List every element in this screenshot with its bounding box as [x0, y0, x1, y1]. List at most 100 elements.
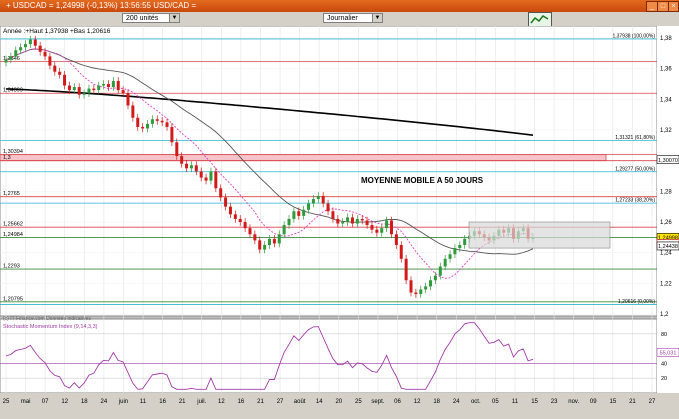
- candle-body: [102, 84, 106, 86]
- indicator-tick-label: 80: [661, 332, 667, 338]
- candle-body: [24, 44, 28, 48]
- candle-body: [375, 229, 379, 233]
- toolbar: 200 unités ▼ Journalier ▼: [0, 12, 679, 27]
- indicator-tick-label: 40: [661, 361, 667, 367]
- x-tick-label: 06: [394, 399, 401, 405]
- fib-label: 1,31321 (61,80%): [615, 135, 655, 141]
- candle-body: [341, 222, 345, 224]
- candle-body: [87, 88, 91, 94]
- candle-body: [263, 245, 267, 250]
- candle-body: [106, 84, 110, 88]
- candle-body: [389, 220, 393, 235]
- candle-body: [189, 165, 193, 169]
- candle-body: [394, 234, 398, 245]
- candle-body: [28, 39, 32, 45]
- candle-body: [302, 209, 306, 216]
- y-tick-label: 1,24: [660, 251, 672, 257]
- chart-annotation: MOYENNE MOBILE A 50 JOURS: [361, 176, 484, 185]
- candle-body: [160, 120, 164, 123]
- candle-body: [458, 245, 462, 249]
- candle-body: [409, 280, 413, 293]
- candle-body: [19, 47, 23, 51]
- candle-body: [365, 220, 369, 226]
- x-axis: [0, 393, 679, 419]
- x-tick-label: 24: [101, 399, 108, 405]
- candle-body: [448, 254, 452, 259]
- candle-body: [170, 126, 174, 143]
- candle-body: [321, 195, 325, 204]
- x-tick-label: 27: [649, 399, 656, 405]
- candle-body: [346, 217, 350, 222]
- candle-body: [311, 199, 315, 204]
- x-tick-label: 18: [81, 399, 88, 405]
- x-tick-label: 18: [433, 399, 440, 405]
- candle-body: [155, 119, 159, 121]
- chevron-down-icon: ▼: [169, 14, 179, 22]
- candle-body: [380, 228, 384, 233]
- y-tick-label: 1,2: [660, 312, 669, 318]
- candle-body: [297, 211, 301, 216]
- candle-body: [63, 74, 67, 86]
- candle-body: [199, 171, 203, 178]
- candle-body: [121, 90, 125, 94]
- value-box-label: 1,24438: [658, 244, 678, 250]
- value-box-label: 1,30070: [658, 158, 678, 164]
- candle-body: [233, 214, 237, 219]
- candle-body: [204, 177, 208, 181]
- close-button[interactable]: ×: [668, 1, 679, 12]
- x-tick-label: 09: [590, 399, 597, 405]
- x-tick-label: 21: [179, 399, 186, 405]
- candle-body: [453, 248, 457, 255]
- candle-body: [429, 280, 433, 287]
- price-level-label: 1,24984: [3, 232, 23, 238]
- x-tick-label: 21: [629, 399, 636, 405]
- candle-body: [282, 225, 286, 235]
- candle-body: [33, 39, 37, 46]
- price-level-label: 1,2293: [3, 264, 20, 270]
- candle-body: [38, 45, 42, 52]
- indicator-value-label: 55,031: [660, 350, 677, 356]
- candle-body: [111, 80, 115, 88]
- candle-body: [424, 286, 428, 290]
- price-level-label: 1,20795: [3, 296, 23, 302]
- candle-body: [307, 203, 311, 210]
- watermark: (c) IT-Finance.com Données indicatives: [3, 316, 91, 322]
- x-tick-label: 12: [61, 399, 68, 405]
- candle-body: [433, 275, 437, 281]
- candle-body: [463, 238, 467, 245]
- candle-body: [185, 163, 189, 169]
- candle-body: [277, 234, 281, 244]
- x-tick-label: 27: [277, 399, 284, 405]
- candle-body: [224, 197, 228, 207]
- y-tick-label: 1,36: [660, 67, 672, 73]
- candle-body: [4, 59, 8, 63]
- candle-body: [136, 117, 140, 127]
- x-tick-label: 16: [159, 399, 166, 405]
- x-tick-label: juil.: [196, 399, 206, 405]
- candle-body: [414, 292, 418, 295]
- chart-type-icon[interactable]: [528, 12, 552, 27]
- y-tick-label: 1,22: [660, 281, 672, 287]
- candle-body: [53, 65, 57, 72]
- fib-label: 1,27233 (38,20%): [615, 198, 655, 204]
- consolidation-box: [468, 221, 611, 249]
- candle-body: [238, 218, 242, 222]
- candle-body: [77, 87, 81, 95]
- x-tick-label: 16: [238, 399, 245, 405]
- candle-body: [219, 188, 223, 198]
- units-select[interactable]: 200 unités ▼: [122, 13, 180, 23]
- period-select[interactable]: Journalier ▼: [323, 13, 383, 23]
- resistance-zone: [0, 154, 607, 162]
- x-tick-label: 15: [610, 399, 617, 405]
- candle-body: [258, 240, 262, 250]
- x-tick-label: juin: [118, 399, 128, 405]
- x-tick-label: mai: [21, 399, 31, 405]
- price-level-label: 1,25662: [3, 222, 23, 228]
- y-tick-label: 1,38: [660, 36, 672, 42]
- title-bar: + USDCAD = 1,24998 (-0,13%) 13:56:55 USD…: [0, 0, 679, 12]
- candle-body: [316, 195, 320, 199]
- right-axis: [657, 26, 679, 393]
- candle-body: [272, 238, 276, 244]
- price-chart[interactable]: 1,36461,343991,303941,31,27651,256621,24…: [0, 26, 679, 419]
- candle-body: [82, 93, 86, 95]
